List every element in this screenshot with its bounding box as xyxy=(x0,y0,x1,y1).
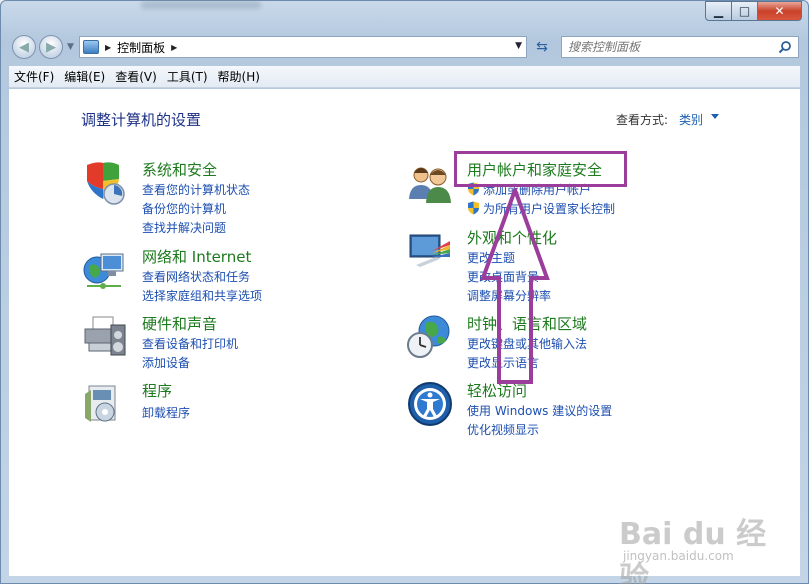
watermark-url: jingyan.baidu.com xyxy=(623,549,734,563)
link-recommended-settings[interactable]: 使用 Windows 建议的设置 xyxy=(467,402,612,419)
link-troubleshoot[interactable]: 查找并解决问题 xyxy=(142,219,226,236)
control-panel-icon xyxy=(83,40,99,54)
category-ease-of-access: 轻松访问 使用 Windows 建议的设置 优化视频显示 xyxy=(406,380,736,440)
back-button[interactable]: ◀ xyxy=(12,35,36,59)
category-clock-region: 时钟、语言和区域 更改键盘或其他输入法 更改显示语言 xyxy=(406,313,736,373)
forward-button[interactable]: ▶ xyxy=(39,35,63,59)
breadcrumb-separator-icon[interactable]: ▶ xyxy=(105,43,111,52)
window-controls: ▁ □ ✕ xyxy=(705,1,802,21)
appearance-monitor-icon[interactable] xyxy=(406,227,454,275)
view-by-caret-icon[interactable] xyxy=(711,114,719,119)
menu-help[interactable]: 帮助(H) xyxy=(213,68,265,85)
link-view-computer-status[interactable]: 查看您的计算机状态 xyxy=(142,181,250,198)
category-appearance: 外观和个性化 更改主题 更改桌面背景 调整屏幕分辨率 xyxy=(406,227,736,303)
refresh-button[interactable]: ⇆ xyxy=(531,39,553,57)
category-title-system[interactable]: 系统和安全 xyxy=(142,159,217,180)
system-security-shield-icon[interactable] xyxy=(81,159,129,207)
link-devices-printers[interactable]: 查看设备和打印机 xyxy=(142,335,238,352)
arrow-right-icon: ▶ xyxy=(46,39,56,55)
window-frame: ▁ □ ✕ ◀ ▶ ▼ ▶ 控制面板 ▶ ▼ ⇆ 文件(F) 编辑(E) 查看(… xyxy=(0,0,809,584)
category-programs: 程序 卸载程序 xyxy=(81,380,381,430)
title-bar: ▁ □ ✕ xyxy=(1,1,808,31)
watermark-logo: Bai du 经验 xyxy=(619,517,767,584)
arrow-left-icon: ◀ xyxy=(19,39,29,55)
network-globe-icon[interactable] xyxy=(81,246,129,294)
title-ghost xyxy=(141,1,261,9)
minimize-button[interactable]: ▁ xyxy=(705,1,732,21)
recent-pages-dropdown[interactable]: ▼ xyxy=(67,42,74,52)
menu-view[interactable]: 查看(V) xyxy=(110,68,162,85)
refresh-icon: ⇆ xyxy=(536,39,548,55)
close-button[interactable]: ✕ xyxy=(758,1,802,21)
clock-globe-icon[interactable] xyxy=(406,313,454,361)
annotation-highlight-box xyxy=(454,151,627,187)
page-title: 调整计算机的设置 xyxy=(81,111,202,129)
link-uninstall-program[interactable]: 卸载程序 xyxy=(142,404,190,421)
link-homegroup-sharing[interactable]: 选择家庭组和共享选项 xyxy=(142,287,262,304)
search-icon[interactable] xyxy=(778,40,792,54)
link-network-status[interactable]: 查看网络状态和任务 xyxy=(142,268,250,285)
link-add-device[interactable]: 添加设备 xyxy=(142,354,190,371)
ease-of-access-icon[interactable] xyxy=(406,380,454,428)
menu-edit[interactable]: 编辑(E) xyxy=(59,68,110,85)
search-input[interactable] xyxy=(562,37,762,57)
category-hardware: 硬件和声音 查看设备和打印机 添加设备 xyxy=(81,313,381,373)
menu-bar: 文件(F) 编辑(E) 查看(V) 工具(T) 帮助(H) xyxy=(9,66,800,88)
category-title-programs[interactable]: 程序 xyxy=(142,380,172,401)
category-network: 网络和 Internet 查看网络状态和任务 选择家庭组和共享选项 xyxy=(81,246,381,306)
view-by-dropdown[interactable]: 类别 xyxy=(679,111,703,128)
link-backup-computer[interactable]: 备份您的计算机 xyxy=(142,200,226,217)
link-optimize-visual-display[interactable]: 优化视频显示 xyxy=(467,421,539,438)
printer-icon[interactable] xyxy=(81,313,129,361)
menu-tools[interactable]: 工具(T) xyxy=(162,68,213,85)
address-bar[interactable]: ▶ 控制面板 ▶ ▼ xyxy=(79,36,527,58)
breadcrumb-control-panel[interactable]: 控制面板 xyxy=(117,39,165,56)
view-by-label: 查看方式: xyxy=(616,113,669,127)
annotation-arrow-icon xyxy=(480,188,550,384)
category-title-network[interactable]: 网络和 Internet xyxy=(142,246,251,267)
category-title-hardware[interactable]: 硬件和声音 xyxy=(142,313,217,334)
address-dropdown-icon[interactable]: ▼ xyxy=(515,41,522,51)
menu-file[interactable]: 文件(F) xyxy=(9,68,59,85)
content-pane: 调整计算机的设置 查看方式: 类别 系统和安全 查看您的计算机状态 备份您的计算… xyxy=(9,89,800,576)
address-row: ◀ ▶ ▼ ▶ 控制面板 ▶ ▼ ⇆ xyxy=(1,31,808,63)
breadcrumb-chevron-icon[interactable]: ▶ xyxy=(171,43,177,52)
search-box[interactable] xyxy=(561,36,799,58)
maximize-button[interactable]: □ xyxy=(732,1,758,21)
category-system-security: 系统和安全 查看您的计算机状态 备份您的计算机 查找并解决问题 xyxy=(81,159,381,239)
programs-icon[interactable] xyxy=(81,380,129,428)
users-icon[interactable] xyxy=(406,159,454,207)
baidu-watermark: Bai du 经验 jingyan.baidu.com xyxy=(619,509,795,584)
